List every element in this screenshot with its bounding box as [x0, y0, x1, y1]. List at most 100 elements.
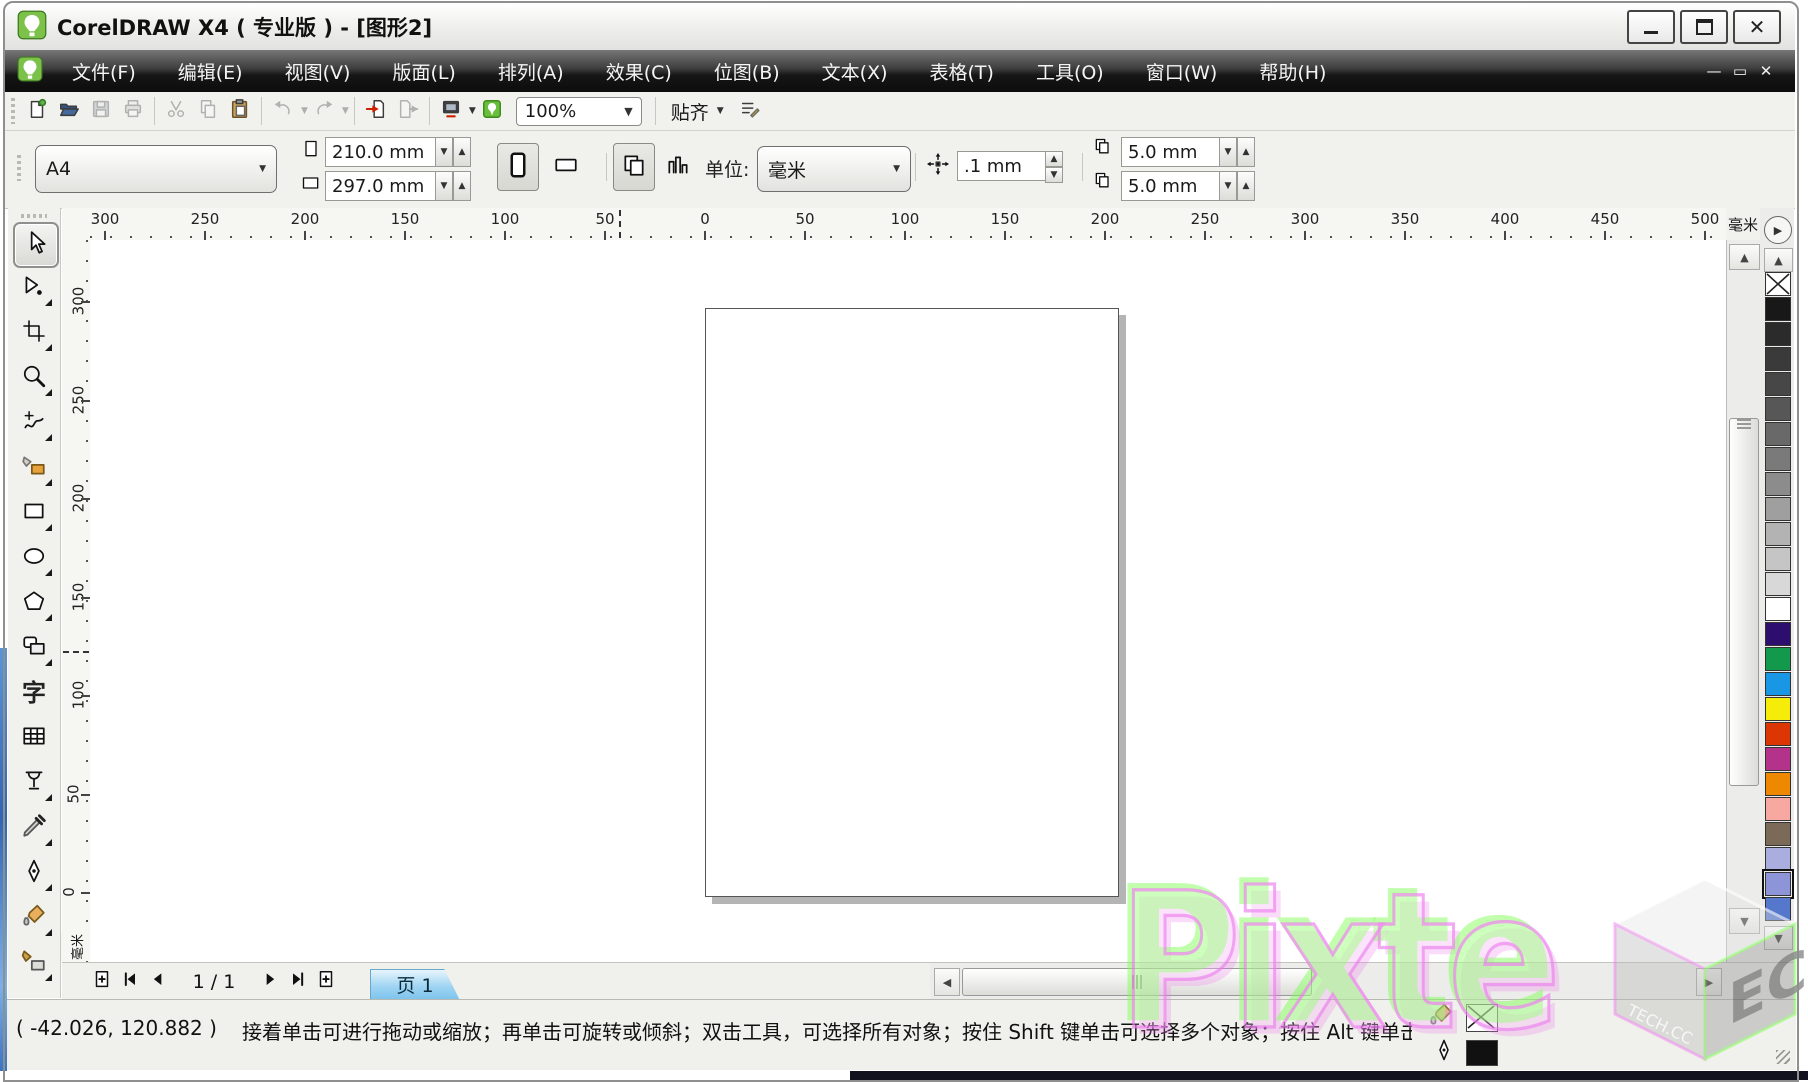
last-page-button[interactable]: [284, 969, 312, 995]
all-pages-button[interactable]: [613, 143, 655, 191]
add-page-button[interactable]: [88, 969, 116, 995]
outline-tool[interactable]: [13, 852, 55, 894]
duplicate-y-field[interactable]: 5.0 mm: [1121, 171, 1231, 201]
nudge-field[interactable]: .1 mm: [957, 151, 1057, 181]
flyout-arrow-icon[interactable]: [45, 344, 52, 351]
color-swatch-ffffff[interactable]: [1765, 597, 1791, 621]
spinner-down-icon[interactable]: ▼: [435, 171, 453, 201]
crop-tool[interactable]: [13, 312, 55, 354]
color-swatch-12994c[interactable]: [1765, 647, 1791, 671]
interactive-fill-tool[interactable]: [13, 942, 55, 984]
flyout-arrow-icon[interactable]: [45, 929, 52, 936]
color-swatch-8c8c8c[interactable]: [1765, 472, 1791, 496]
color-swatch-575757[interactable]: [1765, 397, 1791, 421]
scroll-left-button[interactable]: ◀: [934, 968, 960, 996]
outline-status-swatch[interactable]: [1466, 1040, 1498, 1066]
rectangle-tool[interactable]: [13, 492, 55, 534]
spinner-up-icon[interactable]: ▲: [453, 171, 471, 201]
color-swatch-f7a8a0[interactable]: [1765, 797, 1791, 821]
color-swatch-5577cc[interactable]: [1765, 897, 1791, 921]
paper-height-field[interactable]: 297.0 mm: [325, 171, 447, 201]
color-swatch-474747[interactable]: [1765, 372, 1791, 396]
color-swatch-696969[interactable]: [1765, 422, 1791, 446]
redo-dropdown-arrow[interactable]: ▼: [342, 106, 349, 116]
menu-item-11[interactable]: 窗口(W): [1125, 51, 1239, 92]
mdi-minimize-button[interactable]: —: [1701, 62, 1727, 80]
menu-item-10[interactable]: 工具(O): [1015, 51, 1125, 92]
prev-page-button[interactable]: [144, 969, 172, 995]
color-swatch-dd3605[interactable]: [1765, 722, 1791, 746]
nudge-spinners[interactable]: ▲ ▼: [1045, 151, 1063, 183]
flyout-arrow-icon[interactable]: [45, 614, 52, 621]
eyedropper-tool[interactable]: [13, 807, 55, 849]
paper-width-spinners[interactable]: ▼ ▲: [435, 137, 471, 167]
horizontal-ruler[interactable]: 3002502001501005005010015020025030035040…: [90, 208, 1726, 241]
page-tab[interactable]: 页 1: [370, 969, 460, 1001]
menu-item-4[interactable]: 版面(L): [371, 51, 476, 92]
app-launcher-button[interactable]: [435, 96, 467, 126]
color-swatch-7a7a7a[interactable]: [1765, 447, 1791, 471]
color-swatch-c5c5c5[interactable]: [1765, 547, 1791, 571]
menu-item-8[interactable]: 文本(X): [801, 51, 909, 92]
freehand-tool[interactable]: [13, 402, 55, 444]
text-tool[interactable]: 字: [13, 672, 55, 714]
scroll-up-button[interactable]: ▲: [1729, 244, 1760, 270]
current-page-button[interactable]: [657, 143, 699, 191]
vertical-scroll-thumb[interactable]: [1729, 418, 1759, 786]
scroll-right-button[interactable]: ▶: [1696, 968, 1722, 996]
scroll-down-button[interactable]: ▼: [1729, 908, 1760, 934]
color-swatch-a9aede[interactable]: [1765, 847, 1791, 871]
horizontal-scroll-thumb[interactable]: [962, 968, 1312, 996]
flyout-arrow-icon[interactable]: [45, 524, 52, 531]
flyout-arrow-icon[interactable]: [45, 479, 52, 486]
flyout-arrow-icon[interactable]: [45, 974, 52, 981]
fill-tool[interactable]: [13, 897, 55, 939]
menu-item-3[interactable]: 视图(V): [264, 51, 372, 92]
restore-button[interactable]: [1680, 10, 1728, 44]
horizontal-scrollbar[interactable]: ◀ ▶: [930, 962, 1726, 1000]
add-page-button-2[interactable]: [312, 969, 340, 995]
flyout-arrow-icon[interactable]: [45, 839, 52, 846]
spinner-down-icon[interactable]: ▼: [1045, 167, 1063, 183]
snap-to-dropdown[interactable]: 贴齐▼: [671, 98, 724, 125]
vertical-scrollbar[interactable]: ▲ ▼: [1726, 240, 1761, 962]
color-swatch-b23389[interactable]: [1765, 747, 1791, 771]
color-swatch-f6ec0a[interactable]: [1765, 697, 1791, 721]
flyout-arrow-icon[interactable]: [45, 434, 52, 441]
spinner-down-icon[interactable]: ▼: [435, 137, 453, 167]
spinner-up-icon[interactable]: ▲: [453, 137, 471, 167]
resize-grip[interactable]: [1776, 1050, 1790, 1064]
fill-status-swatch[interactable]: [1466, 1004, 1498, 1032]
color-swatch-8d95d8[interactable]: [1765, 872, 1791, 896]
paper-height-spinners[interactable]: ▼ ▲: [435, 171, 471, 201]
menu-item-5[interactable]: 排列(A): [477, 51, 585, 92]
propbar-handle[interactable]: [17, 155, 21, 181]
paste-button[interactable]: [224, 96, 256, 126]
color-swatch-2d0e6e[interactable]: [1765, 622, 1791, 646]
ellipse-tool[interactable]: [13, 537, 55, 579]
undo-dropdown-arrow[interactable]: ▼: [301, 106, 308, 116]
flyout-arrow-icon[interactable]: [45, 299, 52, 306]
menu-item-12[interactable]: 帮助(H): [1238, 51, 1347, 92]
units-combo[interactable]: 毫米 ▼: [757, 146, 911, 192]
open-button[interactable]: [53, 96, 85, 126]
vertical-ruler[interactable]: 300250200150100500: [62, 240, 91, 962]
zoom-tool[interactable]: [13, 357, 55, 399]
toolbox-handle[interactable]: [21, 214, 47, 218]
ruler-origin-box[interactable]: [62, 208, 91, 241]
duplicate-x-spinners[interactable]: ▼ ▲: [1219, 137, 1255, 167]
palette-flyout-button[interactable]: ▶: [1764, 216, 1792, 244]
palette-scroll-down-button[interactable]: ▼: [1764, 926, 1793, 950]
duplicate-y-spinners[interactable]: ▼ ▲: [1219, 171, 1255, 201]
welcome-screen-button[interactable]: [476, 96, 508, 126]
color-swatch-ee8800[interactable]: [1765, 772, 1791, 796]
color-swatch-7b6a58[interactable]: [1765, 822, 1791, 846]
color-swatch-2b2b2b[interactable]: [1765, 322, 1791, 346]
menu-item-7[interactable]: 位图(B): [693, 51, 801, 92]
spinner-up-icon[interactable]: ▲: [1045, 151, 1063, 167]
menu-item-6[interactable]: 效果(C): [585, 51, 693, 92]
zoom-level-combo[interactable]: 100%▼: [516, 97, 642, 126]
flyout-arrow-icon[interactable]: [45, 794, 52, 801]
shape-tool[interactable]: [13, 267, 55, 309]
close-button[interactable]: ✕: [1733, 10, 1781, 44]
